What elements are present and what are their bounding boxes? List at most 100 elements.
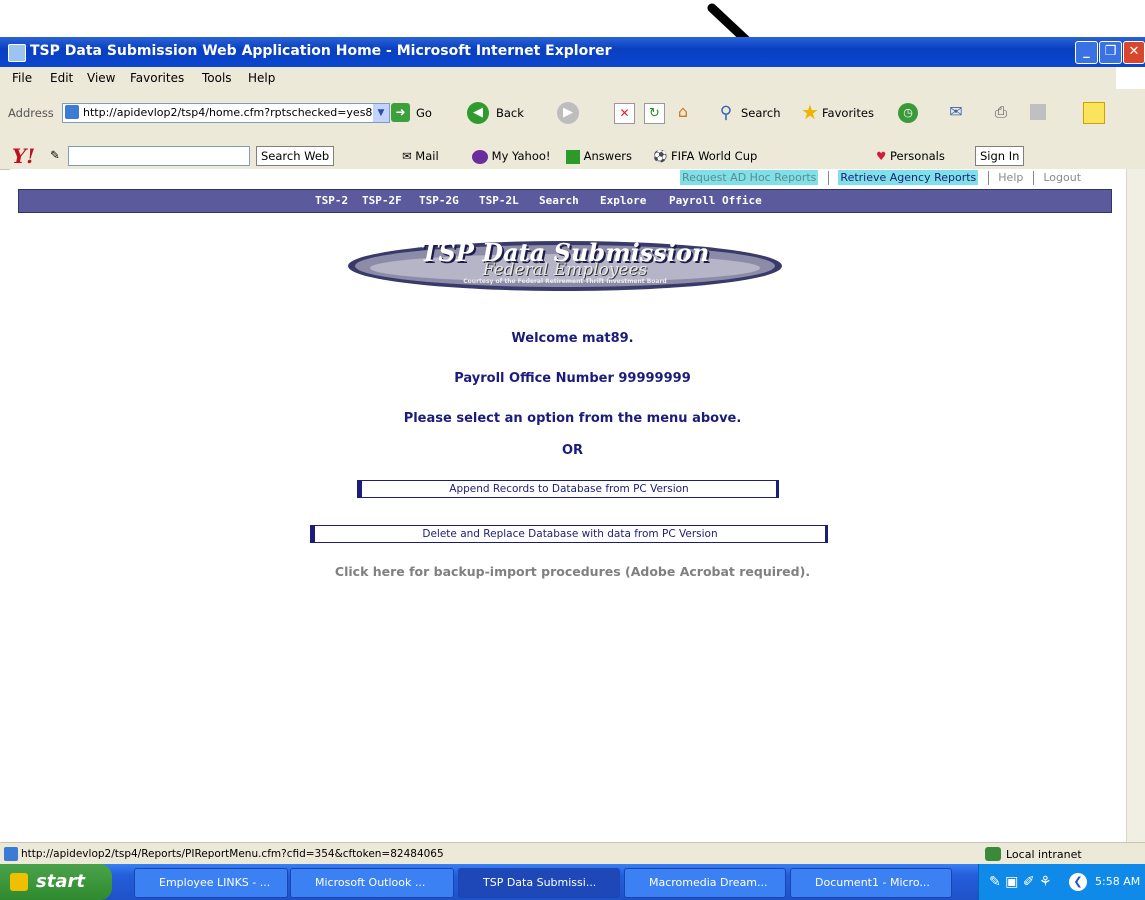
favorites-star-icon[interactable]: ★ [798,100,822,124]
address-label: Address [8,106,54,120]
task-label: Microsoft Outlook ... [315,876,426,889]
nav-payroll-office[interactable]: Payroll Office [669,194,762,207]
search-web-button[interactable]: Search Web [256,146,335,166]
yahoo-mail-link[interactable]: ✉ Mail [402,149,439,163]
logout-link[interactable]: Logout [1043,171,1081,184]
refresh-icon[interactable]: ↻ [644,103,665,124]
system-tray: ✎ ▣ ✐ ⚘ ❮ 5:58 AM [978,864,1145,900]
go-arrow-icon[interactable]: ➜ [391,103,410,122]
history-icon[interactable]: ◷ [898,103,918,123]
menu-help[interactable]: Help [248,71,275,85]
nav-search[interactable]: Search [539,194,579,207]
answers-label: Answers [583,149,633,163]
minimize-button[interactable]: _ [1075,41,1098,64]
address-dropdown-icon[interactable]: ▼ [373,104,389,122]
yahoo-logo-icon: Y! [12,144,36,168]
menu-file[interactable]: File [12,71,32,85]
back-arrow-icon[interactable]: ◀ [467,102,489,124]
search-button[interactable]: Search [741,106,781,120]
task-outlook[interactable]: Microsoft Outlook ... [290,868,454,898]
tray-expand-icon[interactable]: ❮ [1069,873,1087,891]
retrieve-agency-reports-link[interactable]: Retrieve Agency Reports [838,170,979,185]
menu-edit[interactable]: Edit [50,71,73,85]
task-dreamweaver[interactable]: Macromedia Dream... [624,868,786,898]
personals-label: Personals [889,149,945,163]
clock: 5:58 AM [1095,875,1141,888]
window-title-bar: TSP Data Submission Web Application Home… [0,37,1145,67]
heart-icon: ♥ [876,149,887,163]
or-separator: OR [561,443,584,458]
task-label: Document1 - Micro... [815,876,930,889]
instruction-text: Please select an option from the menu ab… [403,411,742,426]
fifa-link[interactable]: ⚽ FIFA World Cup [653,149,757,163]
task-label: Employee LINKS - ... [159,876,271,889]
my-yahoo-icon [472,149,488,164]
intranet-zone-icon [985,847,1001,861]
delete-replace-button[interactable]: Delete and Replace Database with data fr… [310,525,828,543]
nav-explore[interactable]: Explore [600,194,646,207]
zone-label: Local intranet [1006,848,1082,861]
windows-taskbar: start Employee LINKS - ... Microsoft Out… [0,864,1145,900]
welcome-message: Welcome mat89. [511,331,634,346]
address-url: http://apidevlop2/tsp4/home.cfm?rptschec… [83,106,373,119]
messenger-note-icon[interactable] [1083,102,1105,124]
windows-flag-icon [10,873,28,891]
backup-procedures-link[interactable]: Click here for backup-import procedures … [0,564,1145,579]
help-link[interactable]: Help [998,171,1023,184]
maximize-button[interactable]: ❐ [1099,41,1122,64]
forward-arrow-icon[interactable]: ▶ [557,102,579,124]
yahoo-toolbar: Y! ✎ Search Web ✉ Mail My Yahoo! Answers… [0,143,1145,170]
menu-bar: File Edit View Favorites Tools Help [0,67,1145,90]
tsp-logo: TSP Data Submission Federal Employees Co… [345,238,785,293]
window-title: TSP Data Submission Web Application Home… [30,43,612,59]
vertical-scrollbar[interactable] [1126,169,1145,842]
address-field[interactable]: http://apidevlop2/tsp4/home.cfm?rptschec… [62,103,390,123]
stop-icon[interactable]: ✕ [614,103,635,124]
top-utility-nav: Request AD Hoc Reports Retrieve Agency R… [680,170,1081,187]
status-bar: http://apidevlop2/tsp4/Reports/PIReportM… [0,842,1145,865]
task-label: TSP Data Submissi... [483,876,597,889]
edit-icon[interactable] [1030,104,1046,120]
my-yahoo-label: My Yahoo! [491,149,551,163]
go-button[interactable]: Go [416,106,432,120]
start-button[interactable]: start [0,864,112,900]
sign-in-button[interactable]: Sign In [975,146,1025,166]
back-button[interactable]: Back [496,106,524,120]
personals-link[interactable]: ♥ Personals [876,149,945,163]
nav-tsp-2l[interactable]: TSP-2L [479,194,519,207]
append-records-button[interactable]: Append Records to Database from PC Versi… [357,480,779,498]
search-icon[interactable]: ⚲ [715,102,737,124]
page-icon [65,105,79,119]
ie-app-icon [8,44,26,62]
menu-view[interactable]: View [87,71,115,85]
mail-label: Mail [415,149,439,163]
print-icon[interactable]: ⎙ [990,102,1012,122]
yahoo-search-input[interactable] [68,146,250,166]
my-yahoo-link[interactable]: My Yahoo! [472,149,551,164]
task-label: Macromedia Dream... [649,876,768,889]
task-word-document[interactable]: Document1 - Micro... [790,868,952,898]
windows-logo-icon [1116,67,1145,89]
status-page-icon [4,847,18,861]
answers-icon [566,149,580,164]
mail-icon[interactable]: ✉ [945,102,967,122]
request-adhoc-link[interactable]: Request AD Hoc Reports [680,170,819,185]
task-employee-links[interactable]: Employee LINKS - ... [134,868,288,898]
menu-tools[interactable]: Tools [202,71,232,85]
favorites-button[interactable]: Favorites [822,106,874,120]
status-url: http://apidevlop2/tsp4/Reports/PIReportM… [21,848,444,860]
nav-tsp-2g[interactable]: TSP-2G [419,194,459,207]
tray-icons[interactable]: ✎ ▣ ✐ ⚘ [989,874,1052,890]
home-icon[interactable]: ⌂ [672,102,694,122]
answers-link[interactable]: Answers [566,149,632,164]
start-label: start [36,871,85,892]
task-tsp-data-submission[interactable]: TSP Data Submissi... [458,868,620,898]
pencil-icon[interactable]: ✎ [50,148,60,162]
payroll-office-number: Payroll Office Number 99999999 [454,371,691,386]
menu-favorites[interactable]: Favorites [130,71,184,85]
nav-tsp-2[interactable]: TSP-2 [315,194,348,207]
logo-tagline: Courtesy of the Federal Retirement Thrif… [463,278,667,285]
nav-tsp-2f[interactable]: TSP-2F [362,194,402,207]
main-nav-bar: TSP-2 TSP-2F TSP-2G TSP-2L Search Explor… [18,189,1112,213]
close-button[interactable]: ✕ [1123,41,1145,64]
